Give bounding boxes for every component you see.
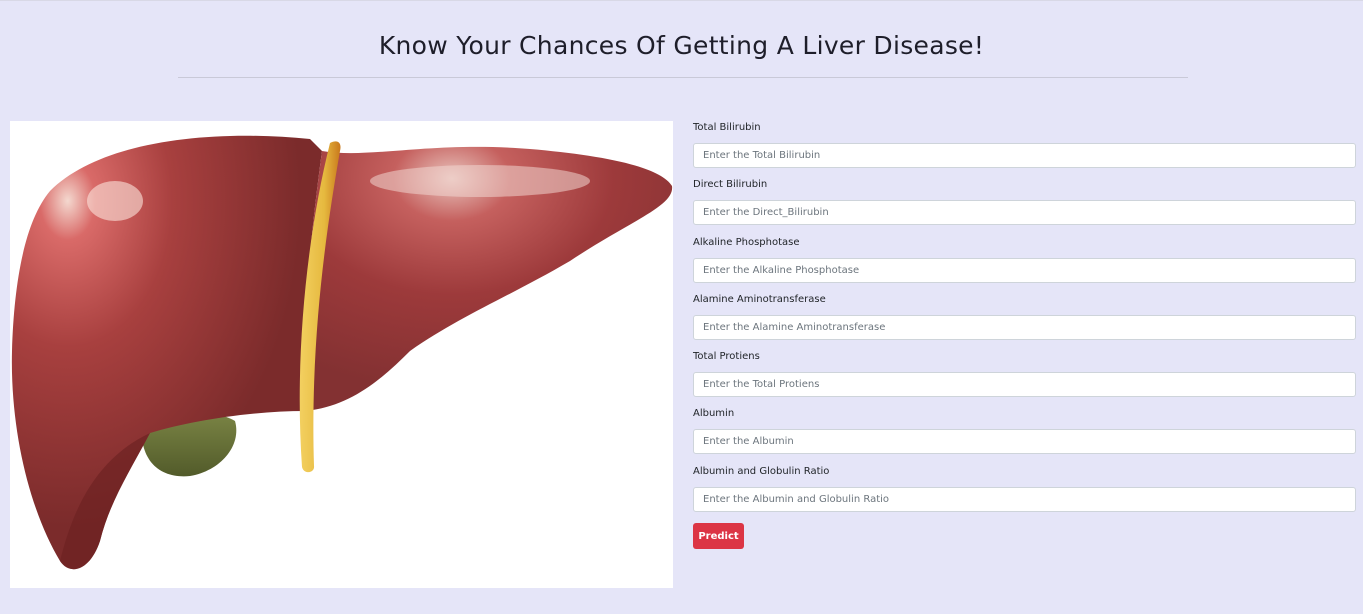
- form-field: Albumin: [693, 407, 1356, 464]
- field-label: Alamine Aminotransferase: [693, 293, 826, 305]
- form-field: Alamine Aminotransferase: [693, 293, 1356, 350]
- form-field: Albumin and Globulin Ratio: [693, 465, 1356, 522]
- field-label: Direct Bilirubin: [693, 179, 768, 191]
- form-field: Direct Bilirubin: [693, 178, 1356, 235]
- predict-button[interactable]: Predict: [693, 523, 744, 549]
- field-input[interactable]: [693, 372, 1356, 398]
- field-input[interactable]: [693, 143, 1356, 168]
- liver-image: [10, 121, 673, 588]
- page: Know Your Chances Of Getting A Liver Dis…: [0, 0, 1363, 614]
- form-field: Alkaline Phosphotase: [693, 236, 1356, 293]
- field-label: Total Protiens: [693, 351, 760, 363]
- field-label: Albumin: [693, 408, 735, 420]
- field-input[interactable]: [693, 314, 1356, 340]
- field-label: Albumin and Globulin Ratio: [693, 465, 830, 477]
- liver-illustration-icon: [11, 135, 673, 570]
- field-input[interactable]: [693, 200, 1356, 226]
- page-title: Know Your Chances Of Getting A Liver Dis…: [378, 31, 985, 60]
- title-divider: [178, 77, 1188, 78]
- field-input[interactable]: [693, 257, 1356, 283]
- form-field: Total Protiens: [693, 350, 1356, 407]
- field-input[interactable]: [693, 486, 1356, 512]
- field-label: Alkaline Phosphotase: [693, 236, 800, 248]
- prediction-form: Total Bilirubin Direct Bilirubin Alkaline …: [693, 121, 1356, 549]
- field-input[interactable]: [693, 429, 1356, 455]
- form-field: Total Bilirubin: [693, 121, 1356, 178]
- field-label: Total Bilirubin: [693, 122, 761, 133]
